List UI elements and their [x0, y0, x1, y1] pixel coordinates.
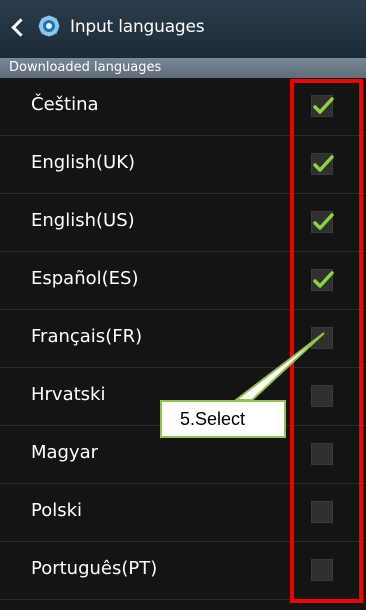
checkbox-column-highlight — [290, 79, 363, 603]
language-label: English(US) — [31, 210, 135, 231]
page-title: Input languages — [70, 17, 205, 37]
language-label: English(UK) — [31, 152, 136, 173]
language-label: Polski — [31, 500, 83, 521]
language-label: Español(ES) — [31, 268, 139, 289]
callout-box: 5.Select — [160, 400, 286, 438]
settings-gear-icon[interactable] — [36, 13, 62, 39]
language-label: Čeština — [31, 94, 99, 115]
section-header-label: Downloaded languages — [9, 60, 162, 75]
section-header: Downloaded languages — [0, 58, 366, 78]
language-label: Hrvatski — [31, 384, 106, 405]
callout-text: 5.Select — [180, 409, 246, 429]
action-bar: Input languages — [0, 0, 366, 58]
language-label: Français(FR) — [31, 326, 143, 347]
back-chevron-icon[interactable] — [11, 18, 30, 37]
language-label: Magyar — [31, 442, 99, 463]
input-languages-screen: Input languages Downloaded languages Češ… — [0, 0, 366, 610]
language-label: Português(PT) — [31, 558, 158, 579]
